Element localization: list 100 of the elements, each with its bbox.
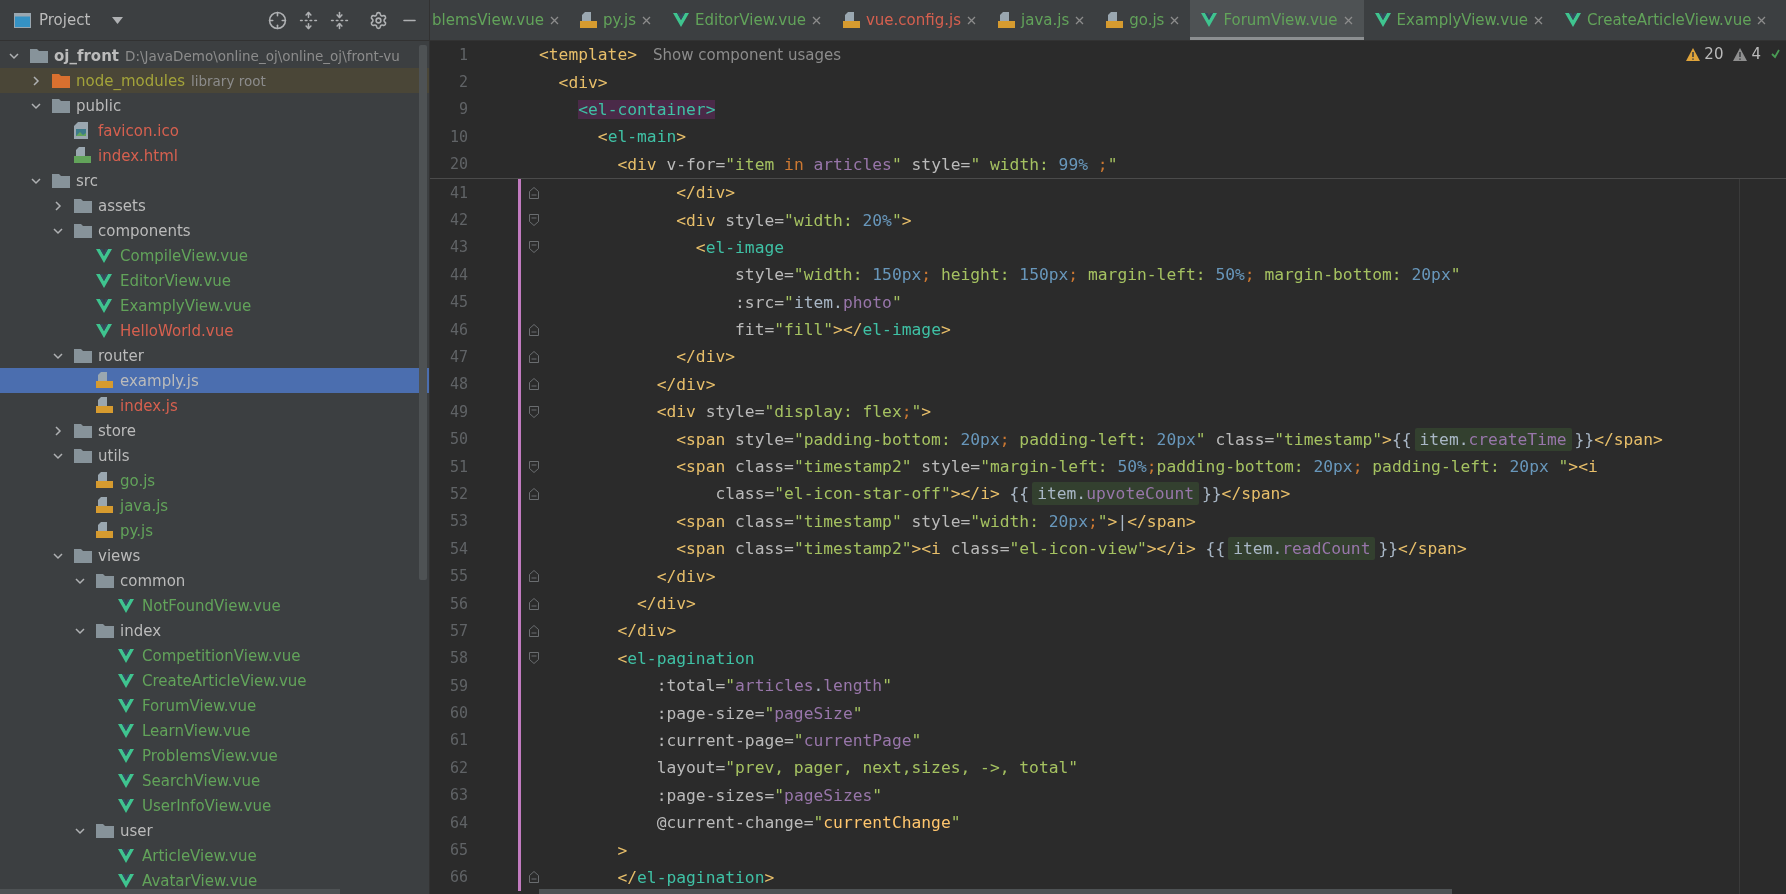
tree-item[interactable]: AvatarView.vue: [0, 868, 429, 893]
fold-icon[interactable]: [529, 351, 539, 363]
chevron-right-icon[interactable]: [52, 199, 64, 212]
line-number: 20: [448, 155, 468, 174]
tree-item[interactable]: go.js: [0, 468, 429, 493]
fold-icon[interactable]: [529, 405, 539, 418]
tree-item[interactable]: java.js: [0, 493, 429, 518]
fold-icon[interactable]: [529, 241, 539, 254]
tree-item[interactable]: LearnView.vue: [0, 718, 429, 743]
close-icon[interactable]: [549, 15, 559, 25]
editor-tab[interactable]: ExamplyView.vue: [1363, 0, 1554, 40]
fold-icon[interactable]: [529, 323, 539, 336]
scrollbar[interactable]: [539, 889, 1452, 894]
tree-item[interactable]: utils: [0, 443, 429, 468]
tree-item[interactable]: assets: [0, 193, 429, 218]
fold-icon[interactable]: [529, 487, 539, 500]
file-name: CreateArticleView.vue: [142, 671, 307, 690]
close-icon[interactable]: [811, 15, 821, 25]
chevron-right-icon[interactable]: [52, 424, 64, 437]
close-icon[interactable]: [1757, 15, 1767, 25]
close-icon[interactable]: [641, 15, 651, 25]
editor-tab[interactable]: go.js: [1095, 0, 1191, 40]
line-number: 10: [448, 127, 468, 146]
editor-tab[interactable]: java.js: [987, 0, 1096, 40]
tree-item[interactable]: common: [0, 568, 429, 593]
collapse-all-icon[interactable]: [330, 10, 349, 30]
tree-item[interactable]: UserInfoView.vue: [0, 793, 429, 818]
tree-item[interactable]: examply.js: [0, 368, 429, 393]
scrollbar[interactable]: [419, 45, 427, 580]
locate-icon[interactable]: [268, 10, 287, 30]
tree-item[interactable]: EditorView.vue: [0, 268, 429, 293]
tree-item[interactable]: CompileView.vue: [0, 243, 429, 268]
tree-item[interactable]: node_modules library root: [0, 68, 429, 93]
fold-icon[interactable]: [529, 570, 539, 583]
tree-item[interactable]: HelloWorld.vue: [0, 318, 429, 343]
close-icon[interactable]: [1533, 15, 1543, 25]
tree-item[interactable]: oj_front D:\JavaDemo\online_oj\online_oj\front-vu: [0, 43, 429, 68]
warning-count[interactable]: 4: [1751, 45, 1761, 63]
line-number: 57: [448, 621, 468, 640]
line-number: 41: [448, 183, 468, 202]
inlay-hint[interactable]: Show component usages: [653, 45, 841, 64]
chevron-right-icon[interactable]: [30, 74, 42, 87]
close-icon[interactable]: [1075, 15, 1085, 25]
tree-item[interactable]: CompetitionView.vue: [0, 643, 429, 668]
code-line: </div>: [655, 566, 716, 586]
close-icon[interactable]: [967, 15, 976, 25]
scrollbar[interactable]: [0, 889, 340, 894]
tree-item[interactable]: user: [0, 818, 429, 843]
editor-tab[interactable]: EditorView.vue: [661, 0, 832, 40]
vue-icon: [118, 598, 134, 613]
code-line: <span class="timestamp" style="width: 20px;">|</span>: [675, 511, 1196, 531]
close-icon[interactable]: [1170, 15, 1180, 25]
fold-icon[interactable]: [529, 652, 539, 665]
folder-icon: [74, 548, 92, 563]
tree-item[interactable]: ProblemsView.vue: [0, 743, 429, 768]
code-line: <span class="timestamp2"><i class="el-icon-view"></i> {{ item.readCount }}</span>: [675, 539, 1467, 559]
expand-all-icon[interactable]: [299, 10, 318, 30]
tree-item[interactable]: views: [0, 543, 429, 568]
editor-tab[interactable]: py.js: [568, 0, 662, 40]
tree-item[interactable]: public: [0, 93, 429, 118]
fold-icon[interactable]: [529, 186, 539, 199]
tree-item[interactable]: py.js: [0, 518, 429, 543]
tree-item[interactable]: router: [0, 343, 429, 368]
editor-tab[interactable]: ForumView.vue: [1190, 0, 1364, 40]
settings-icon[interactable]: [369, 10, 388, 30]
check-icon[interactable]: [1771, 48, 1780, 60]
tree-item[interactable]: ForumView.vue: [0, 693, 429, 718]
fold-icon[interactable]: [529, 624, 539, 637]
vue-icon: [672, 13, 689, 27]
tree-item[interactable]: favicon.ico: [0, 118, 429, 143]
tree-item[interactable]: NotFoundView.vue: [0, 593, 429, 618]
editor-tab[interactable]: blemsView.vue: [430, 0, 569, 40]
fold-icon[interactable]: [529, 378, 539, 391]
dropdown-caret-icon[interactable]: [112, 16, 124, 24]
fold-icon[interactable]: [529, 597, 539, 610]
tree-item[interactable]: src: [0, 168, 429, 193]
tree-item[interactable]: SearchView.vue: [0, 768, 429, 793]
tree-item[interactable]: index.js: [0, 393, 429, 418]
tree-item[interactable]: index: [0, 618, 429, 643]
code-line: <div v-for="item in articles" style=" width: 99% ;": [616, 154, 1118, 174]
tree-item[interactable]: ExamplyView.vue: [0, 293, 429, 318]
code-line: <el-image: [694, 237, 785, 257]
tree-item[interactable]: CreateArticleView.vue: [0, 668, 429, 693]
tree-item[interactable]: store: [0, 418, 429, 443]
vue-icon: [1374, 13, 1391, 27]
file-name: assets: [98, 196, 146, 215]
tree-item[interactable]: ArticleView.vue: [0, 843, 429, 868]
warning-count[interactable]: 20: [1704, 45, 1724, 63]
tree-item[interactable]: index.html: [0, 143, 429, 168]
fold-icon[interactable]: [529, 871, 539, 884]
editor-tab[interactable]: vue.config.js: [831, 0, 987, 40]
line-number: 43: [448, 238, 468, 257]
close-icon[interactable]: [1343, 15, 1353, 25]
fold-icon[interactable]: [529, 214, 539, 227]
item-hint: library root: [190, 72, 266, 89]
editor-tab[interactable]: CreateArticleView.vue: [1553, 0, 1778, 40]
code-line: class="el-icon-star-off"></i> {{ item.upvoteCount }}</span>: [714, 484, 1291, 504]
fold-icon[interactable]: [529, 460, 539, 473]
tree-item[interactable]: components: [0, 218, 429, 243]
folder-icon: [52, 73, 70, 88]
